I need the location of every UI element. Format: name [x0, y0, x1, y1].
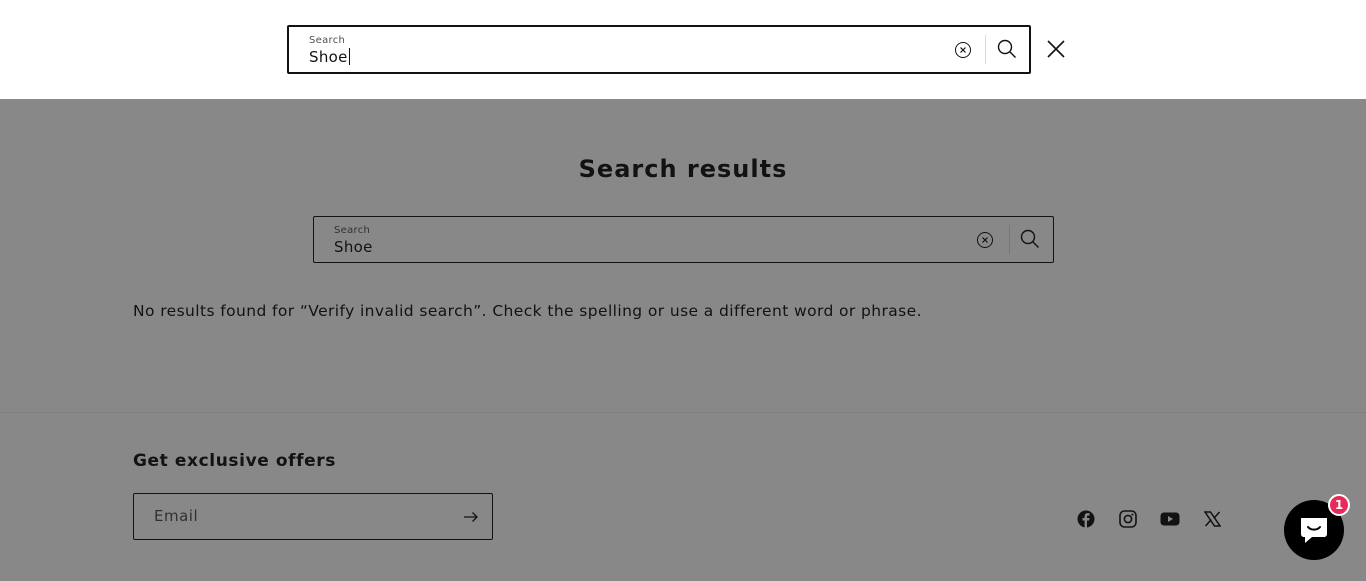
chat-unread-badge: 1 — [1328, 494, 1350, 516]
youtube-link[interactable] — [1159, 508, 1181, 530]
modal-search-input[interactable]: Search Shoe — [287, 25, 1031, 74]
chat-icon — [1301, 518, 1327, 543]
modal-search-label: Search — [309, 35, 346, 46]
email-submit-button[interactable] — [462, 508, 480, 526]
page-search-submit-button[interactable] — [1019, 228, 1041, 250]
x-icon — [1203, 511, 1221, 527]
modal-search-submit-button[interactable] — [996, 38, 1018, 60]
text-caret — [348, 48, 350, 65]
page-search-clear-button[interactable] — [976, 231, 994, 249]
email-input[interactable]: Email — [133, 493, 493, 540]
modal-search-value-wrap: Shoe — [309, 48, 350, 66]
arrow-right-icon — [464, 512, 478, 522]
clear-icon — [955, 42, 971, 58]
clear-icon — [977, 232, 993, 248]
footer-divider — [0, 412, 1366, 413]
page-title: Search results — [578, 155, 788, 183]
x-link[interactable] — [1201, 508, 1223, 530]
close-search-button[interactable] — [1044, 37, 1068, 61]
facebook-icon — [1077, 510, 1095, 528]
email-placeholder: Email — [154, 507, 199, 525]
no-results-message: No results found for “Verify invalid sea… — [133, 302, 922, 320]
page-search-input[interactable]: Search Shoe — [313, 216, 1054, 263]
modal-search-divider — [985, 35, 986, 64]
search-modal: Search Shoe — [0, 0, 1366, 99]
page-search-label: Search — [334, 225, 371, 236]
newsletter-heading: Get exclusive offers — [133, 451, 337, 471]
instagram-link[interactable] — [1117, 508, 1139, 530]
search-icon — [997, 39, 1016, 58]
close-icon — [1047, 40, 1065, 58]
search-icon — [1020, 229, 1039, 248]
instagram-icon — [1119, 510, 1137, 528]
page-search-value: Shoe — [334, 238, 373, 256]
page-search-divider — [1009, 225, 1010, 254]
modal-search-clear-button[interactable] — [954, 41, 972, 59]
facebook-link[interactable] — [1075, 508, 1097, 530]
modal-search-value: Shoe — [309, 48, 348, 66]
youtube-icon — [1160, 512, 1180, 526]
search-results-page: Search results Search Shoe No results fo… — [0, 99, 1366, 581]
